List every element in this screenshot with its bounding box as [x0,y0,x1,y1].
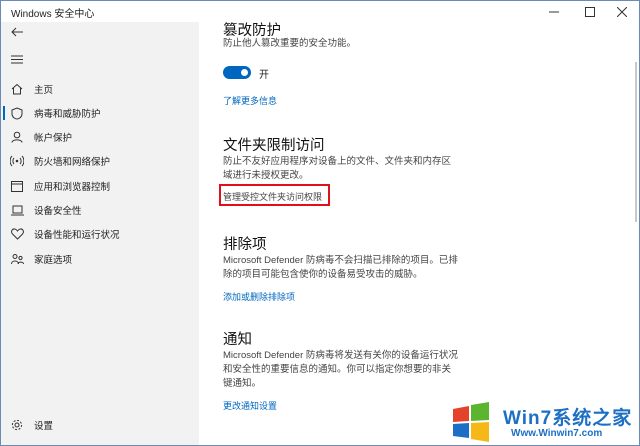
shield-icon [10,106,24,120]
sidebar-item-label: 帐户保护 [34,133,73,144]
menu-button[interactable] [11,55,23,67]
heart-icon [10,228,24,240]
windows-logo-icon [453,402,489,442]
notifications-title: 通知 [223,332,252,348]
main-content: 篡改防护 防止他人篡改重要的安全功能。 开 了解更多信息 文件夹限制访问 防止不… [199,22,639,445]
title-bar: Windows 安全中心 [1,1,639,22]
sidebar: 主页 病毒和威胁防护 帐户保护 防火墙和网络保护 应用和浏览器控制 设备安全性 … [1,22,199,445]
sidebar-item-label: 家庭选项 [34,255,73,266]
sidebar-item-virus-protection[interactable]: 病毒和威胁防护 [1,102,199,124]
scrollbar[interactable] [635,62,637,222]
sidebar-item-firewall[interactable]: 防火墙和网络保护 [1,150,199,172]
wireless-icon [10,155,24,167]
exclusions-title: 排除项 [223,237,267,253]
learn-more-link[interactable]: 了解更多信息 [223,94,277,107]
exclusions-desc: Microsoft Defender 防病毒不会扫描已排除的项目。已排除的项目可… [223,255,458,280]
minimize-icon [549,11,559,12]
notifications-desc: Microsoft Defender 防病毒将发送有关你的设备运行状况和安全性的… [223,350,458,389]
tamper-protection-desc: 防止他人篡改重要的安全功能。 [223,38,357,49]
hamburger-icon [11,55,23,64]
settings-label: 设置 [34,421,54,432]
sidebar-item-label: 防火墙和网络保护 [34,157,111,168]
sidebar-item-label: 设备性能和运行状况 [34,230,120,241]
folder-access-title: 文件夹限制访问 [223,138,325,154]
app-window-icon [10,180,24,192]
laptop-icon [10,205,24,216]
sidebar-item-settings[interactable]: 设置 [1,414,199,436]
person-icon [10,131,24,143]
family-icon [10,253,24,265]
sidebar-item-device-security[interactable]: 设备安全性 [1,199,199,221]
change-notification-settings-link[interactable]: 更改通知设置 [223,399,277,412]
folder-access-desc: 防止不友好应用程序对设备上的文件、文件夹和内存区域进行未授权更改。 [223,156,452,181]
sidebar-item-app-browser-control[interactable]: 应用和浏览器控制 [1,175,199,197]
watermark: Win7系统之家 Www.Winwin7.com [449,399,639,445]
maximize-icon [585,6,595,17]
sidebar-item-label: 主页 [34,85,54,96]
back-button[interactable] [11,27,23,40]
tamper-protection-toggle[interactable] [223,66,251,79]
sidebar-item-label: 设备安全性 [34,206,82,217]
sidebar-item-home[interactable]: 主页 [1,78,199,100]
home-icon [10,83,24,95]
watermark-url: Www.Winwin7.com [511,428,603,439]
sidebar-item-account-protection[interactable]: 帐户保护 [1,126,199,148]
maximize-button[interactable] [573,1,607,22]
back-arrow-icon [11,27,23,37]
minimize-button[interactable] [537,1,571,22]
tamper-toggle-label: 开 [259,70,269,81]
close-icon [617,6,627,17]
sidebar-item-family-options[interactable]: 家庭选项 [1,248,199,270]
gear-icon [10,419,24,431]
add-remove-exclusions-link[interactable]: 添加或删除排除项 [223,290,295,303]
window-title: Windows 安全中心 [11,9,95,20]
app-window: Windows 安全中心 主页 病毒和威胁防护 帐户保护 防火墙和网络保护 应用… [0,0,640,446]
manage-folder-access-link[interactable]: 管理受控文件夹访问权限 [223,190,322,203]
sidebar-item-label: 病毒和威胁防护 [34,109,101,120]
sidebar-item-label: 应用和浏览器控制 [34,182,111,193]
close-button[interactable] [605,1,639,22]
watermark-brand: Win7系统之家 [503,408,633,429]
sidebar-item-device-performance[interactable]: 设备性能和运行状况 [1,223,199,245]
toggle-knob [241,69,248,76]
